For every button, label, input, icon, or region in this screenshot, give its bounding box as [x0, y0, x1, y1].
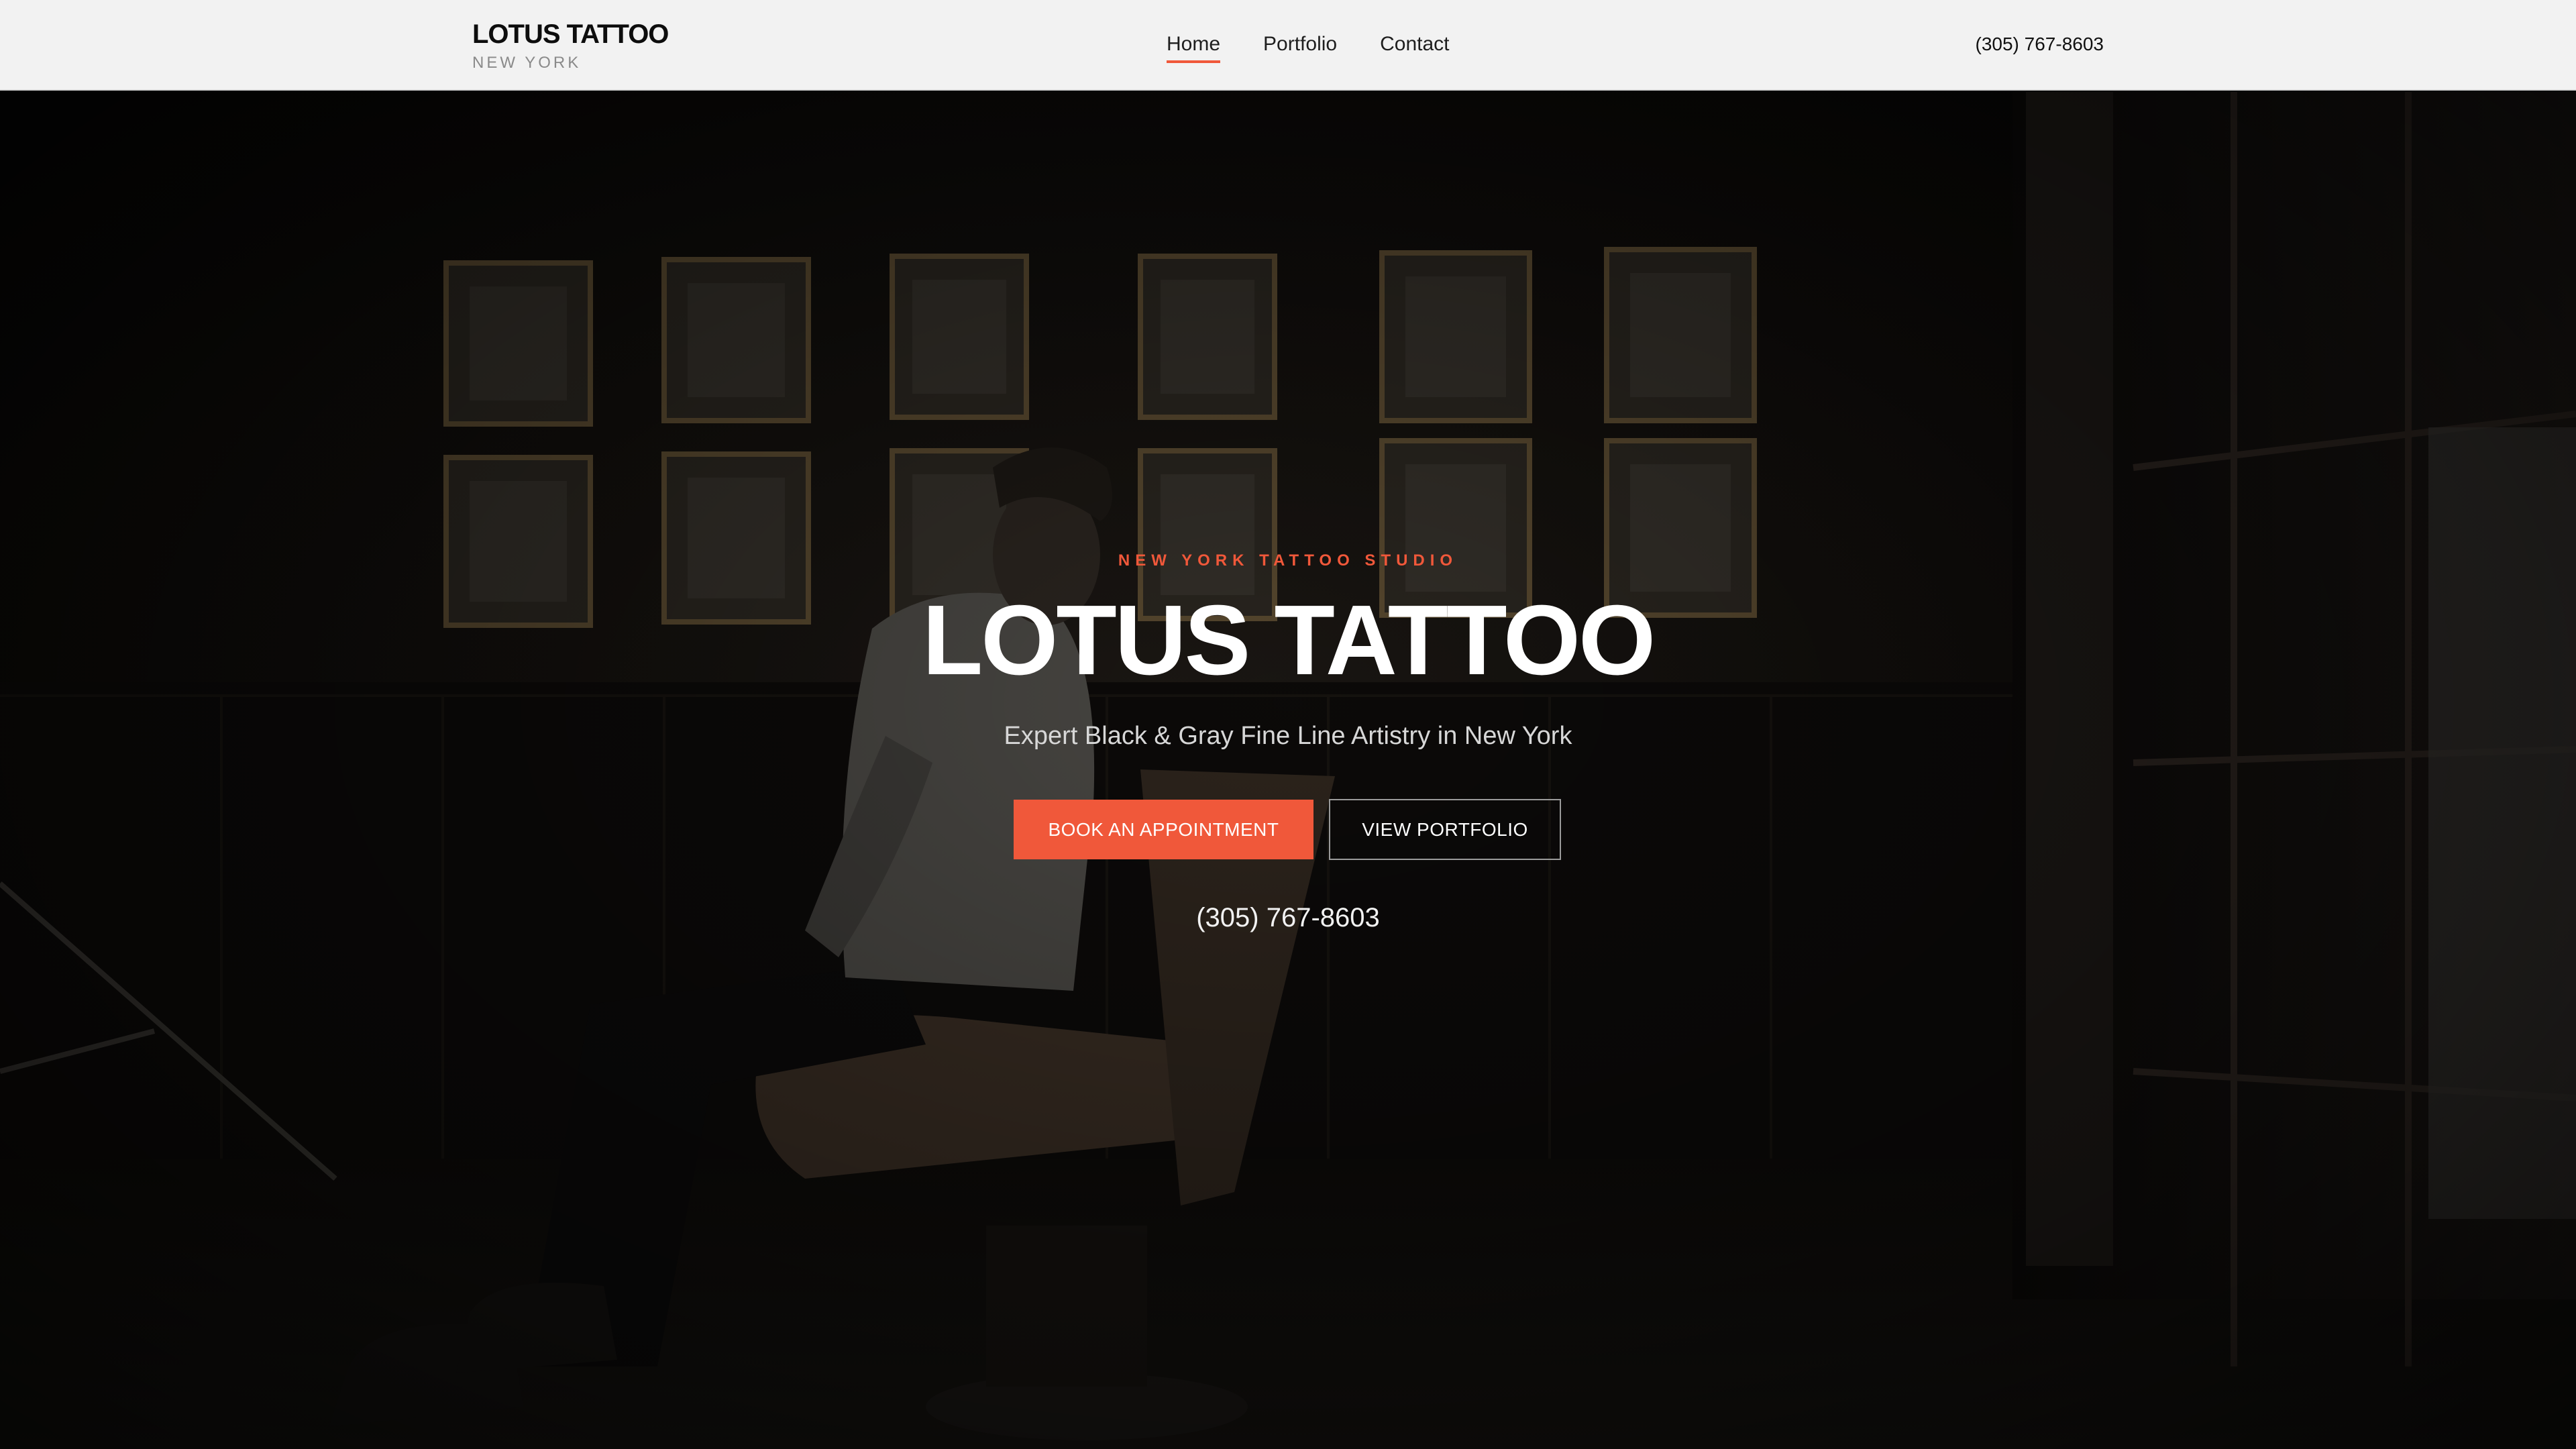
hero-dark-overlay	[0, 92, 2576, 1449]
hero-subtitle: Expert Black & Gray Fine Line Artistry i…	[1004, 722, 1572, 750]
hero-eyebrow: NEW YORK TATTOO STUDIO	[1118, 551, 1458, 570]
site-header: LOTUS TATTOO NEW YORK Home Portfolio Con…	[0, 0, 2576, 91]
view-portfolio-button[interactable]: VIEW PORTFOLIO	[1329, 799, 1561, 860]
hero-title: LOTUS TATTOO	[922, 585, 1656, 696]
header-phone-link[interactable]: (305) 767-8603	[1976, 32, 2104, 56]
brand-name: LOTUS TATTOO	[472, 19, 669, 49]
hero-section: NEW YORK TATTOO STUDIO LOTUS TATTOO Expe…	[0, 92, 2576, 1449]
nav-item-home[interactable]: Home	[1167, 31, 1221, 63]
nav-item-contact[interactable]: Contact	[1380, 31, 1449, 58]
book-appointment-button[interactable]: BOOK AN APPOINTMENT	[1014, 800, 1313, 859]
brand-location: NEW YORK	[472, 54, 582, 72]
nav-item-portfolio[interactable]: Portfolio	[1263, 31, 1337, 58]
brand-logo[interactable]: LOTUS TATTOO NEW YORK	[472, 19, 669, 72]
hero-phone-link[interactable]: (305) 767-8603	[0, 901, 2576, 934]
main-nav: Home Portfolio Contact	[1167, 31, 1492, 63]
